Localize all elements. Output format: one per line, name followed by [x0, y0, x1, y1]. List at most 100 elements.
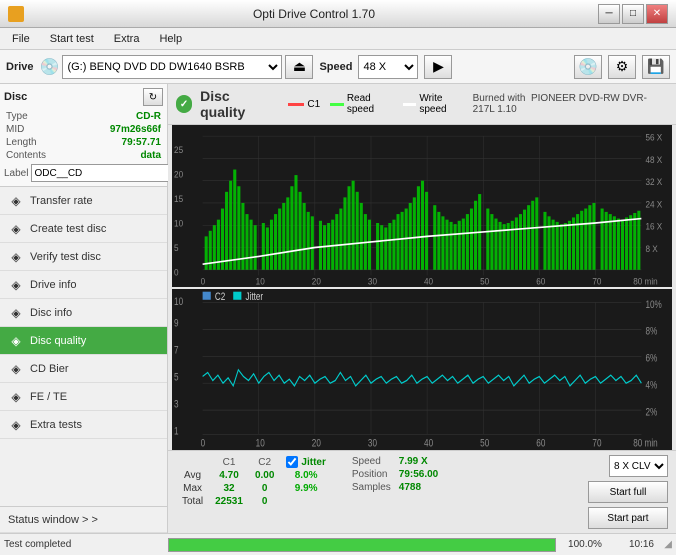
- status-window-button[interactable]: Status window > >: [0, 507, 167, 533]
- status-bar: Test completed 100.0% 10:16 ◢: [0, 533, 676, 555]
- jitter-label: Jitter: [301, 457, 325, 468]
- disc-contents-label: Contents: [6, 150, 46, 161]
- svg-text:1: 1: [174, 425, 179, 437]
- svg-text:30: 30: [368, 276, 377, 286]
- svg-text:70: 70: [592, 437, 601, 449]
- svg-text:10: 10: [256, 437, 265, 449]
- status-text: Test completed: [4, 539, 164, 550]
- svg-text:4%: 4%: [645, 379, 657, 391]
- svg-text:70: 70: [592, 276, 601, 286]
- svg-text:0: 0: [201, 276, 206, 286]
- transfer-rate-icon: ◈: [8, 194, 24, 208]
- svg-text:8%: 8%: [645, 325, 657, 337]
- avg-label: Avg: [176, 469, 209, 482]
- disc-quality-title: Disc quality: [200, 88, 270, 120]
- svg-text:10: 10: [174, 218, 183, 228]
- cd-bier-icon: ◈: [8, 362, 24, 376]
- speed-label: Speed: [319, 61, 352, 73]
- total-label: Total: [176, 495, 209, 508]
- sidebar-item-fe-te[interactable]: ◈ FE / TE: [0, 383, 167, 411]
- sidebar-item-label-disc-quality: Disc quality: [30, 335, 86, 347]
- status-time: 10:16: [614, 539, 654, 550]
- drive-select[interactable]: (G:) BENQ DVD DD DW1640 BSRB: [62, 55, 282, 79]
- sidebar-item-disc-quality[interactable]: ◈ Disc quality: [0, 327, 167, 355]
- jitter-checkbox[interactable]: [286, 456, 298, 468]
- minimize-button[interactable]: ─: [598, 4, 620, 24]
- progress-percent: 100.0%: [560, 539, 610, 550]
- svg-text:10: 10: [256, 276, 265, 286]
- chart2: 10% 8% 6% 4% 2% 1 3 5 7 9 10 0 10 20 3: [172, 289, 672, 451]
- sidebar-item-label-transfer-rate: Transfer rate: [30, 195, 93, 207]
- menu-file[interactable]: File: [4, 31, 38, 47]
- menu-extra[interactable]: Extra: [106, 31, 148, 47]
- window-controls: ─ □ ✕: [598, 4, 668, 24]
- svg-text:56 X: 56 X: [645, 132, 662, 142]
- svg-text:30: 30: [368, 437, 377, 449]
- position-value: 79:56.00: [395, 468, 442, 481]
- stats-table: C1 C2 Jitter Avg 4.70 0.00 8.0%: [176, 455, 332, 508]
- extra-tests-icon: ◈: [8, 418, 24, 432]
- sidebar: Disc ↻ Type CD-R MID 97m26s66f Length 79…: [0, 84, 168, 533]
- speed-select[interactable]: 48 X: [358, 55, 418, 79]
- sidebar-item-label-disc-info: Disc info: [30, 307, 72, 319]
- sidebar-item-drive-info[interactable]: ◈ Drive info: [0, 271, 167, 299]
- chart1-svg: 56 X 48 X 32 X 24 X 16 X 8 X 0 5 10 15 2…: [172, 125, 672, 287]
- position-label-text: Position: [348, 468, 395, 481]
- maximize-button[interactable]: □: [622, 4, 644, 24]
- svg-text:6%: 6%: [645, 352, 657, 364]
- svg-text:10%: 10%: [645, 298, 662, 310]
- svg-text:25: 25: [174, 145, 183, 155]
- svg-text:60: 60: [536, 276, 545, 286]
- disc-type-value: CD-R: [136, 111, 161, 122]
- drive-info-icon: ◈: [8, 278, 24, 292]
- svg-text:7: 7: [174, 344, 179, 356]
- start-full-button[interactable]: Start full: [588, 481, 668, 503]
- save-button[interactable]: 💾: [642, 55, 670, 79]
- disc-refresh-button[interactable]: ↻: [143, 88, 163, 106]
- disc-mid-value: 97m26s66f: [110, 124, 161, 135]
- legend-c1-color: [288, 103, 304, 106]
- speed-option-select[interactable]: 8 X CLV: [609, 455, 668, 477]
- svg-text:3: 3: [174, 398, 179, 410]
- settings-button[interactable]: ⚙: [608, 55, 636, 79]
- sidebar-item-transfer-rate[interactable]: ◈ Transfer rate: [0, 187, 167, 215]
- disc-label-input[interactable]: [31, 164, 169, 182]
- svg-text:10: 10: [174, 296, 183, 308]
- sidebar-item-label-drive-info: Drive info: [30, 279, 76, 291]
- sidebar-item-cd-bier[interactable]: ◈ CD Bier: [0, 355, 167, 383]
- drive-icon: 💿: [40, 57, 60, 77]
- disc-label-label: Label: [4, 168, 28, 179]
- samples-value: 4788: [395, 481, 442, 494]
- max-jitter: 9.9%: [280, 482, 331, 495]
- menu-bar: File Start test Extra Help: [0, 28, 676, 50]
- sidebar-item-extra-tests[interactable]: ◈ Extra tests: [0, 411, 167, 439]
- svg-text:20: 20: [312, 276, 321, 286]
- menu-help[interactable]: Help: [151, 31, 190, 47]
- speed-value: 7.99 X: [395, 455, 442, 468]
- avg-c2: 0.00: [249, 469, 280, 482]
- speed-arrow-button[interactable]: ▶: [424, 55, 452, 79]
- avg-c1: 4.70: [209, 469, 249, 482]
- sidebar-item-disc-info[interactable]: ◈ Disc info: [0, 299, 167, 327]
- sidebar-item-verify-test-disc[interactable]: ◈ Verify test disc: [0, 243, 167, 271]
- svg-text:5: 5: [174, 243, 179, 253]
- verify-test-disc-icon: ◈: [8, 250, 24, 264]
- legend-read-label: Read speed: [347, 93, 393, 115]
- svg-text:8 X: 8 X: [645, 244, 658, 254]
- sidebar-item-create-test-disc[interactable]: ◈ Create test disc: [0, 215, 167, 243]
- start-part-button[interactable]: Start part: [588, 507, 668, 529]
- svg-text:50: 50: [480, 437, 489, 449]
- content-area: ✓ Disc quality C1 Read speed Write speed…: [168, 84, 676, 533]
- menu-start-test[interactable]: Start test: [42, 31, 102, 47]
- svg-text:80 min: 80 min: [633, 437, 657, 449]
- legend-read-color: [330, 103, 344, 106]
- drive-eject-button[interactable]: ⏏: [285, 55, 313, 79]
- disc-mid-label: MID: [6, 124, 24, 135]
- disc-icon-button[interactable]: 💿: [574, 55, 602, 79]
- samples-label-text: Samples: [348, 481, 395, 494]
- svg-text:16 X: 16 X: [645, 221, 662, 231]
- avg-jitter: 8.0%: [280, 469, 331, 482]
- svg-text:60: 60: [536, 437, 545, 449]
- close-button[interactable]: ✕: [646, 4, 668, 24]
- chart2-svg: 10% 8% 6% 4% 2% 1 3 5 7 9 10 0 10 20 3: [172, 289, 672, 451]
